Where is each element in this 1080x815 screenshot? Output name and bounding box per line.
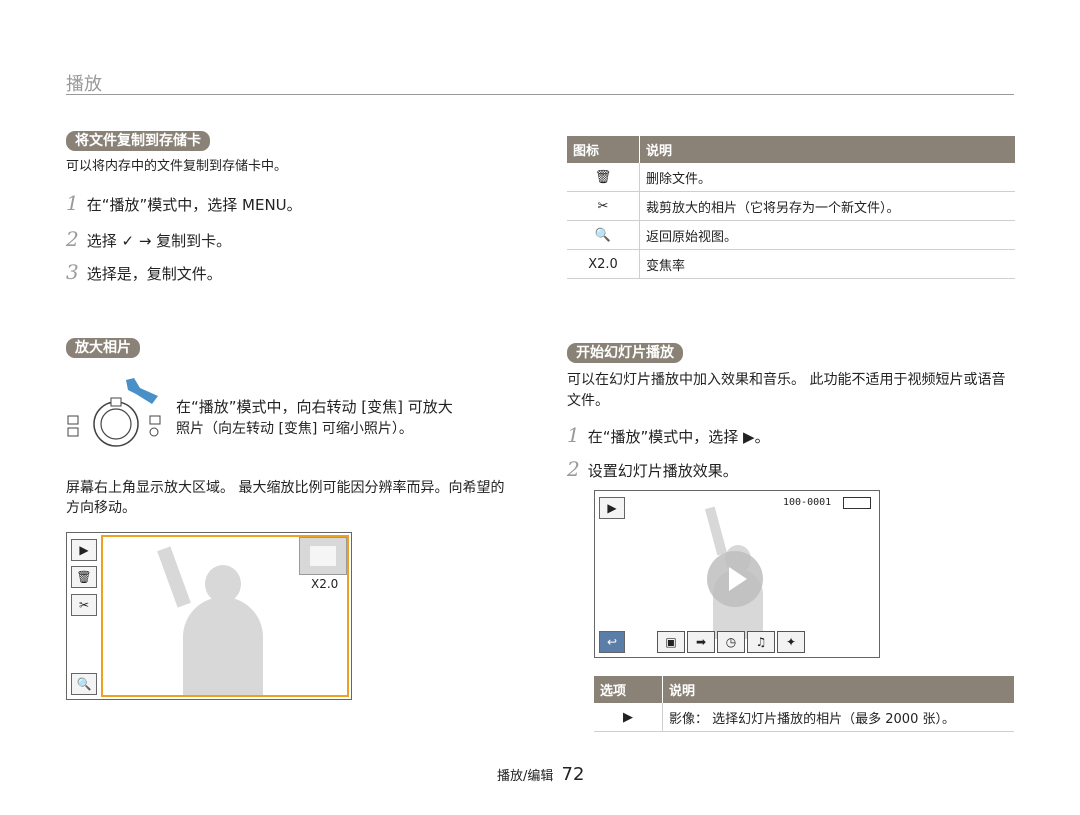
icon-desc: 返回原始视图。 (639, 220, 1015, 250)
effect-arrow-icon[interactable]: ➡ (687, 631, 715, 653)
step-number: 3 (66, 260, 79, 284)
slideshow-controls: ▣ ➡ ◷ ♫ ✦ (657, 631, 807, 653)
options-header-desc: 说明 (662, 676, 1014, 703)
interval-timer-icon[interactable]: ◷ (717, 631, 745, 653)
footer-section: 播放/编辑 (497, 769, 554, 784)
table-row: ✂ 裁剪放大的相片（它将另存为一个新文件）。 (567, 191, 1015, 221)
footer: 播放/编辑 72 (497, 764, 584, 785)
music-off-icon[interactable]: ♫ (747, 631, 775, 653)
page-number: 72 (561, 764, 585, 785)
slideshow-screen: ▶ 100-0001 ↩ ▣ ➡ ◷ ♫ ✦ (594, 490, 880, 658)
options-table: 选项 说明 ▶ 影像： 选择幻灯片播放的相片（最多 2000 张）。 (594, 676, 1014, 732)
step-text: 选择 ✓ → 复制到卡。 (86, 232, 232, 250)
images-option-icon: ▶ (594, 703, 663, 732)
slideshow-step-2: 2 设置幻灯片播放效果。 (567, 458, 738, 482)
zoom-navigator (299, 537, 347, 575)
step-text: 设置幻灯片播放效果。 (587, 462, 738, 480)
person-head (205, 565, 241, 603)
icon-table-header-desc: 说明 (639, 136, 1015, 163)
icon-table: 图标 说明 🗑 删除文件。 ✂ 裁剪放大的相片（它将另存为一个新文件）。 🔍 返… (567, 136, 1015, 279)
step-text: 在“播放”模式中，选择 MENU。 (86, 196, 302, 214)
options-header-option: 选项 (594, 676, 663, 703)
table-row: ▶ 影像： 选择幻灯片播放的相片（最多 2000 张）。 (594, 703, 1014, 732)
playback-mode-icon[interactable]: ▶ (599, 497, 625, 519)
step-number: 2 (66, 227, 79, 251)
slideshow-intro: 可以在幻灯片播放中加入效果和音乐。 此功能不适用于视频短片或语音文件。 (567, 372, 1006, 409)
slideshow-step-1: 1 在“播放”模式中，选择 ▶。 (567, 424, 770, 448)
icon-table-header-icon: 图标 (567, 136, 640, 163)
crop-icon[interactable]: ✂ (71, 594, 97, 616)
crop-icon: ✂ (567, 191, 640, 221)
play-icon (729, 567, 747, 591)
person-arm (704, 506, 728, 556)
trash-icon[interactable]: 🗑 (71, 566, 97, 588)
back-button[interactable]: ↩ (599, 631, 625, 653)
zoom-out-icon: 🔍 (567, 220, 640, 250)
step-text: 在“播放”模式中，选择 ▶。 (587, 428, 770, 446)
step-number: 1 (66, 191, 79, 215)
table-row: 🗑 删除文件。 (567, 163, 1015, 192)
step-number: 1 (567, 423, 580, 447)
zoom-dial-icon (67, 378, 161, 447)
copy-step-2: 2 选择 ✓ → 复制到卡。 (66, 228, 231, 252)
effect-off-icon[interactable]: ✦ (777, 631, 805, 653)
zoom-ratio-label: X2.0 (567, 249, 640, 279)
icon-desc: 删除文件。 (639, 163, 1015, 192)
zoom-screen: ▶ 🗑 ✂ 🔍 X2.0 (66, 532, 352, 700)
copy-intro: 可以将内存中的文件复制到存储卡中。 (66, 159, 288, 174)
battery-icon (843, 497, 871, 509)
icon-desc: 变焦率 (639, 249, 1015, 279)
slideshow-section-heading: 开始幻灯片播放 (567, 343, 683, 363)
copy-step-3: 3 选择是，复制文件。 (66, 261, 222, 285)
file-number: 100-0001 (783, 497, 832, 508)
navigator-frame (310, 546, 336, 566)
table-row: X2.0 变焦率 (567, 249, 1015, 279)
icon-desc: 裁剪放大的相片（它将另存为一个新文件）。 (639, 191, 1015, 221)
step-number: 2 (567, 457, 580, 481)
playback-icon[interactable]: ▶ (71, 539, 97, 561)
zoom-ratio-label: X2.0 (311, 577, 339, 591)
copy-section-heading: 将文件复制到存储卡 (66, 131, 210, 151)
person-arm (157, 546, 191, 608)
header-rule (66, 94, 1014, 95)
zoom-out-icon[interactable]: 🔍 (71, 673, 97, 695)
step-text: 选择是，复制文件。 (86, 265, 222, 283)
zoom-section-heading: 放大相片 (66, 338, 140, 358)
zoom-dial-illustration (66, 378, 166, 448)
zoom-instruction-line1: 在“播放”模式中，向右转动 [变焦] 可放大 (176, 398, 453, 416)
images-option-icon[interactable]: ▣ (657, 631, 685, 653)
play-button[interactable] (707, 551, 763, 607)
person-silhouette (183, 597, 263, 695)
zoom-note: 屏幕右上角显示放大区域。 最大缩放比例可能因分辨率而异。向希望的方向移动。 (66, 480, 505, 516)
trash-icon: 🗑 (567, 163, 640, 192)
copy-step-1: 1 在“播放”模式中，选择 MENU。 (66, 192, 302, 216)
zoom-instruction-line2: 照片（向左转动 [变焦] 可缩小照片）。 (176, 421, 413, 437)
option-desc: 影像： 选择幻灯片播放的相片（最多 2000 张）。 (662, 703, 1014, 732)
table-row: 🔍 返回原始视图。 (567, 220, 1015, 250)
page-header-title: 播放 (66, 74, 102, 95)
